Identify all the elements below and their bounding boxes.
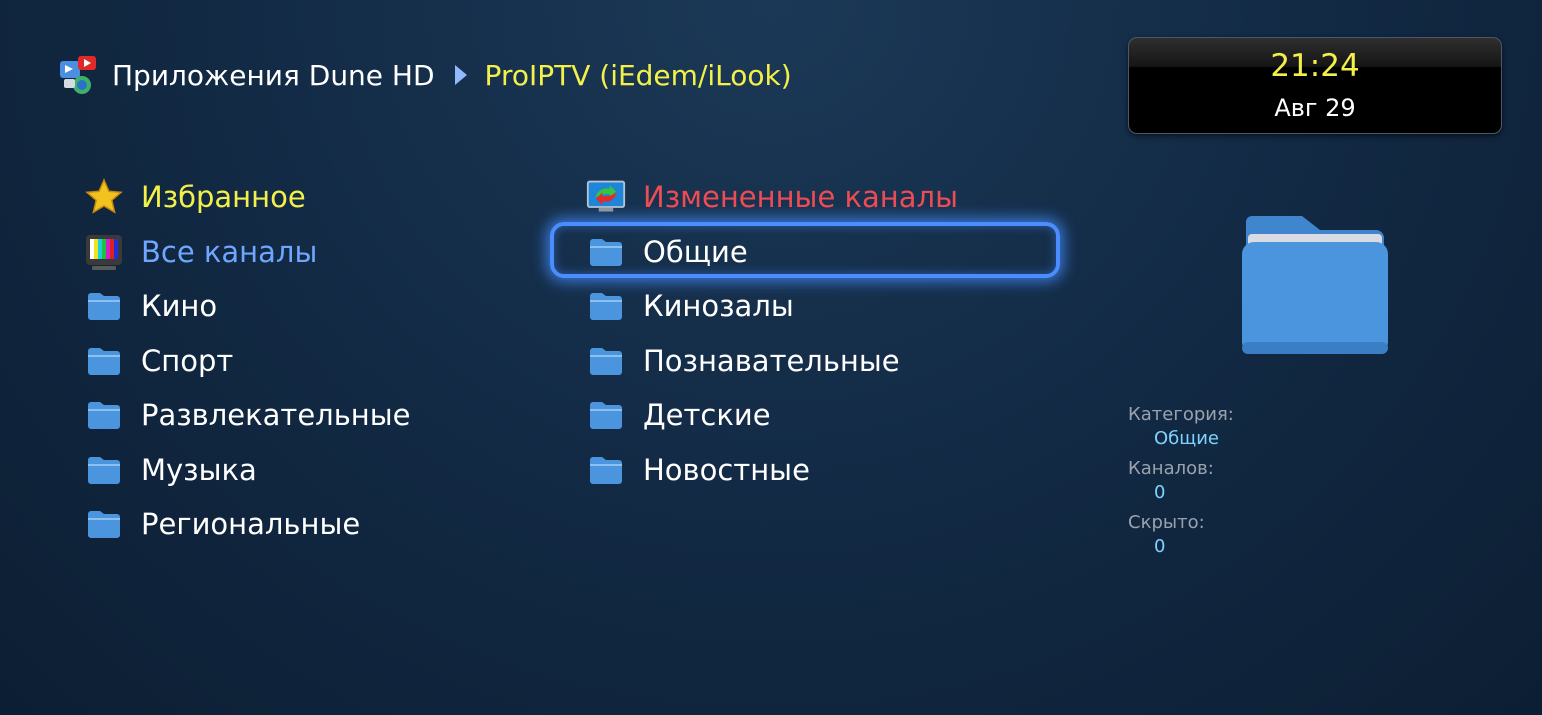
folder-icon xyxy=(586,395,626,435)
breadcrumb-separator-icon xyxy=(454,65,467,85)
changed-channels-icon xyxy=(586,177,626,217)
folder-preview-icon xyxy=(1240,216,1390,356)
category-list-left: Избранное Все каналы Кино Спорт Развлека… xyxy=(84,170,411,552)
category-label: Избранное xyxy=(141,180,306,215)
dune-hd-iptv-screen: Приложения Dune HD ProIPTV (iEdem/iLook)… xyxy=(0,0,1542,715)
category-item-kino[interactable]: Кино xyxy=(84,279,411,334)
category-label: Кинозалы xyxy=(643,289,794,324)
folder-icon xyxy=(84,286,124,326)
channels-count: 0 xyxy=(1154,482,1166,503)
category-list-right: Измененные каналы Общие Кинозалы Познава… xyxy=(586,170,958,497)
category-label: Развлекательные xyxy=(141,398,411,433)
folder-icon xyxy=(84,395,124,435)
category-caption: Категория: xyxy=(1128,404,1234,425)
category-item-kids[interactable]: Детские xyxy=(586,388,958,443)
category-item-educational[interactable]: Познавательные xyxy=(586,334,958,389)
category-label: Региональные xyxy=(141,507,361,542)
folder-icon xyxy=(586,286,626,326)
category-label: Новостные xyxy=(643,452,810,487)
category-label: Общие xyxy=(643,234,748,269)
category-label: Музыка xyxy=(141,452,257,487)
category-label: Все каналы xyxy=(141,234,318,269)
channels-caption: Каналов: xyxy=(1128,458,1214,479)
hidden-caption: Скрыто: xyxy=(1128,512,1205,533)
category-item-sport[interactable]: Спорт xyxy=(84,334,411,389)
breadcrumb: Приложения Dune HD ProIPTV (iEdem/iLook) xyxy=(58,52,792,98)
category-label: Познавательные xyxy=(643,343,900,378)
folder-icon xyxy=(586,341,626,381)
hidden-count: 0 xyxy=(1154,536,1166,557)
category-label: Измененные каналы xyxy=(643,180,958,215)
star-icon xyxy=(84,177,124,217)
category-item-music[interactable]: Музыка xyxy=(84,443,411,498)
category-item-regional[interactable]: Региональные xyxy=(84,497,411,552)
tv-icon xyxy=(84,232,124,272)
folder-icon xyxy=(84,341,124,381)
category-item-all-channels[interactable]: Все каналы xyxy=(84,225,411,280)
breadcrumb-current: ProIPTV (iEdem/iLook) xyxy=(484,58,792,92)
category-item-news[interactable]: Новостные xyxy=(586,443,958,498)
category-label: Кино xyxy=(141,289,218,324)
category-item-entertainment[interactable]: Развлекательные xyxy=(84,388,411,443)
category-item-general[interactable]: Общие xyxy=(586,225,958,280)
category-label: Детские xyxy=(643,398,771,433)
category-item-changed-channels[interactable]: Измененные каналы xyxy=(586,170,958,225)
folder-icon xyxy=(586,450,626,490)
category-item-favorites[interactable]: Избранное xyxy=(84,170,411,225)
dune-apps-icon xyxy=(58,55,98,95)
category-details: Категория: Общие Каналов: 0 Скрыто: 0 xyxy=(1128,404,1234,566)
folder-icon xyxy=(84,504,124,544)
folder-icon xyxy=(84,450,124,490)
category-item-cinema-halls[interactable]: Кинозалы xyxy=(586,279,958,334)
folder-icon xyxy=(586,232,626,272)
clock-panel: 21:24 Авг 29 xyxy=(1128,37,1502,134)
clock-time: 21:24 xyxy=(1270,48,1360,84)
category-value: Общие xyxy=(1154,428,1219,449)
category-label: Спорт xyxy=(141,343,234,378)
clock-date: Авг 29 xyxy=(1274,94,1356,122)
breadcrumb-root[interactable]: Приложения Dune HD xyxy=(112,59,435,92)
